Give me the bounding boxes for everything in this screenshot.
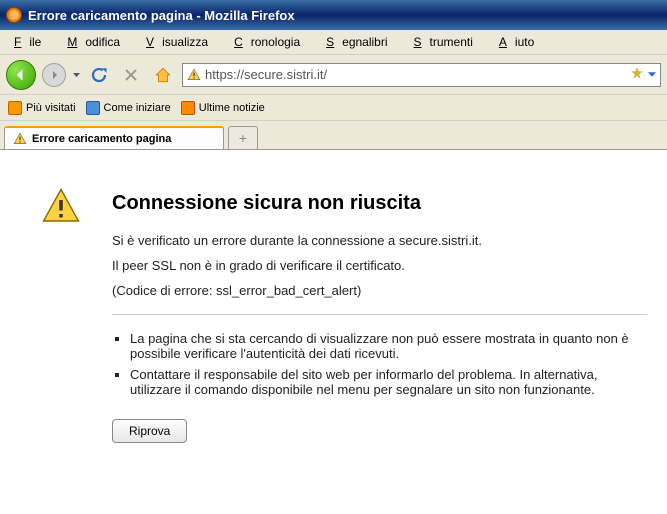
bookmark-latest-news[interactable]: Ultime notizie — [181, 101, 265, 115]
error-heading: Connessione sicura non riuscita — [112, 192, 647, 215]
tab-active[interactable]: Errore caricamento pagina — [4, 126, 224, 149]
bookmark-label: Come iniziare — [104, 102, 171, 114]
bookmarks-toolbar: Più visitati Come iniziare Ultime notizi… — [0, 95, 667, 121]
error-bullet-2: Contattare il responsabile del sito web … — [130, 367, 647, 397]
menu-bar: File Modifica Visualizza Cronologia Segn… — [0, 30, 667, 55]
url-bar[interactable]: https://secure.sistri.it/ — [182, 63, 661, 87]
history-dropdown[interactable] — [72, 73, 80, 77]
page-content: Connessione sicura non riuscita Si è ver… — [0, 149, 667, 514]
menu-bookmarks[interactable]: Segnalibri — [318, 33, 403, 51]
stop-button[interactable] — [118, 62, 144, 88]
bookmark-getting-started[interactable]: Come iniziare — [86, 101, 171, 115]
rss-icon — [181, 101, 195, 115]
folder-icon — [8, 101, 22, 115]
page-icon — [86, 101, 100, 115]
error-line-2: Il peer SSL non è in grado di verificare… — [112, 258, 647, 273]
back-button[interactable] — [6, 60, 36, 90]
error-line-3: (Codice di errore: ssl_error_bad_cert_al… — [112, 283, 647, 298]
error-details-list: La pagina che si sta cercando di visuali… — [112, 331, 647, 397]
divider — [112, 314, 647, 315]
bookmark-label: Più visitati — [26, 102, 76, 114]
warning-icon — [13, 132, 27, 146]
window-titlebar: Errore caricamento pagina - Mozilla Fire… — [0, 0, 667, 30]
menu-view[interactable]: Visualizza — [138, 33, 224, 51]
tab-label: Errore caricamento pagina — [32, 133, 171, 145]
bookmark-star-icon[interactable] — [630, 66, 644, 83]
reload-button[interactable] — [86, 62, 112, 88]
plus-icon: + — [239, 130, 247, 146]
forward-button[interactable] — [42, 63, 66, 87]
menu-file[interactable]: File — [6, 33, 57, 51]
window-title: Errore caricamento pagina - Mozilla Fire… — [28, 8, 295, 23]
navigation-toolbar: https://secure.sistri.it/ — [0, 55, 667, 95]
menu-tools[interactable]: Strumenti — [406, 33, 489, 51]
error-line-1: Si è verificato un errore durante la con… — [112, 233, 647, 248]
home-button[interactable] — [150, 62, 176, 88]
warning-icon-large — [40, 186, 82, 228]
url-input[interactable]: https://secure.sistri.it/ — [205, 67, 626, 82]
menu-help[interactable]: Aiuto — [491, 33, 550, 51]
retry-button[interactable]: Riprova — [112, 419, 187, 443]
tab-strip: Errore caricamento pagina + — [0, 121, 667, 149]
url-dropdown[interactable] — [648, 72, 656, 77]
warning-icon — [187, 68, 201, 82]
bookmark-most-visited[interactable]: Più visitati — [8, 101, 76, 115]
menu-history[interactable]: Cronologia — [226, 33, 316, 51]
firefox-icon — [6, 7, 22, 23]
menu-edit[interactable]: Modifica — [59, 33, 136, 51]
new-tab-button[interactable]: + — [228, 126, 258, 149]
bookmark-label: Ultime notizie — [199, 102, 265, 114]
error-bullet-1: La pagina che si sta cercando di visuali… — [130, 331, 647, 361]
